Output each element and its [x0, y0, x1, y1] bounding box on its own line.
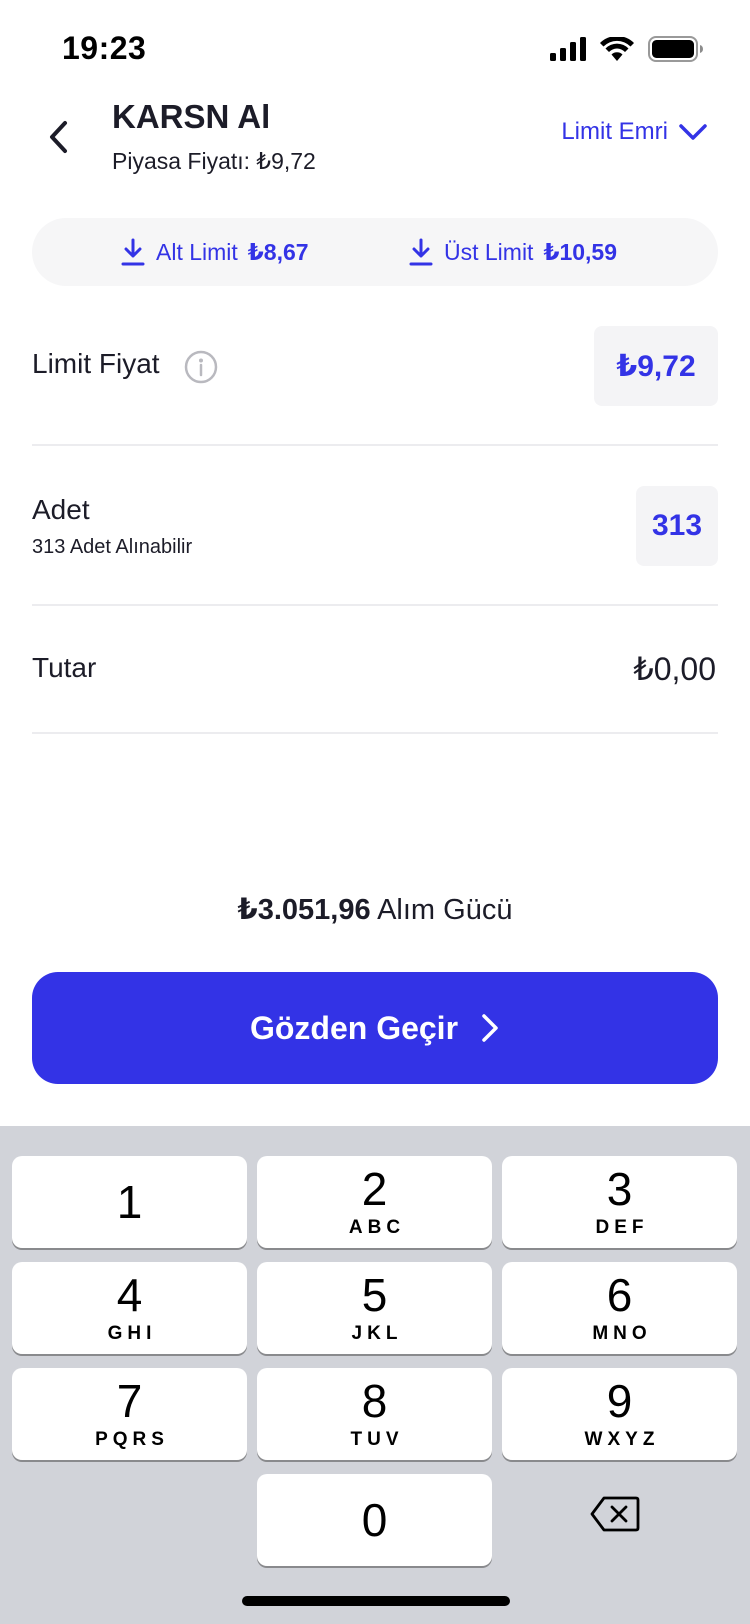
- key-letters: ABC: [348, 1217, 406, 1238]
- home-indicator: [242, 1596, 510, 1606]
- battery-icon: [648, 36, 703, 62]
- key-letters: GHI: [107, 1323, 157, 1344]
- review-button-label: Gözden Geçir: [249, 1009, 459, 1046]
- download-icon: [121, 238, 145, 266]
- chevron-down-icon: [679, 124, 707, 140]
- quantity-available: 313 Adet Alınabilir: [32, 536, 193, 558]
- back-button[interactable]: [38, 112, 78, 162]
- lower-limit[interactable]: Alt Limit ₺8,67: [120, 218, 309, 286]
- key-letters: WXYZ: [584, 1429, 660, 1450]
- review-button[interactable]: Gözden Geçir: [32, 972, 718, 1084]
- key-1[interactable]: 1: [12, 1156, 247, 1248]
- download-icon: [409, 238, 433, 266]
- divider: [32, 604, 718, 606]
- wifi-icon: [600, 37, 634, 61]
- key-digit: 7: [116, 1375, 143, 1427]
- key-0[interactable]: 0: [257, 1474, 492, 1566]
- backspace-icon: [590, 1496, 640, 1532]
- order-type-dropdown[interactable]: Limit Emri: [561, 118, 708, 146]
- order-type-label: Limit Emri: [561, 118, 668, 145]
- upper-limit-value: ₺10,59: [543, 238, 618, 265]
- key-digit: 8: [361, 1375, 388, 1427]
- key-digit: 0: [361, 1494, 388, 1546]
- status-time: 19:23: [62, 30, 147, 66]
- limit-price-input[interactable]: ₺9,72: [594, 326, 718, 406]
- key-5[interactable]: 5 JKL: [257, 1262, 492, 1354]
- key-4[interactable]: 4 GHI: [12, 1262, 247, 1354]
- key-digit: 1: [116, 1176, 143, 1228]
- key-3[interactable]: 3 DEF: [502, 1156, 737, 1248]
- key-digit: 3: [606, 1163, 633, 1215]
- divider: [32, 444, 718, 446]
- key-9[interactable]: 9 WXYZ: [502, 1368, 737, 1460]
- key-digit: 4: [116, 1269, 143, 1321]
- price-limits-bar: Alt Limit ₺8,67 Üst Limit ₺10,59: [32, 218, 718, 286]
- key-6[interactable]: 6 MNO: [502, 1262, 737, 1354]
- amount-label: Tutar: [32, 652, 97, 683]
- key-letters: JKL: [351, 1323, 403, 1344]
- limit-price-label: Limit Fiyat: [32, 348, 160, 379]
- quantity-input[interactable]: 313: [636, 486, 718, 566]
- status-icons: [550, 36, 704, 62]
- page-title: KARSN Al: [112, 98, 271, 135]
- key-digit: 9: [606, 1375, 633, 1427]
- key-digit: 6: [606, 1269, 633, 1321]
- status-bar: 19:23: [0, 0, 750, 100]
- key-7[interactable]: 7 PQRS: [12, 1368, 247, 1460]
- key-digit: 2: [361, 1163, 388, 1215]
- amount-value: ₺0,00: [633, 651, 716, 687]
- upper-limit[interactable]: Üst Limit ₺10,59: [408, 218, 617, 286]
- backspace-key[interactable]: [590, 1496, 640, 1537]
- upper-limit-label: Üst Limit: [444, 238, 534, 265]
- divider: [32, 732, 718, 734]
- key-letters: DEF: [595, 1217, 649, 1238]
- chevron-right-icon: [482, 1014, 498, 1042]
- buying-power-label: Alım Gücü: [377, 894, 513, 926]
- back-chevron-icon: [50, 121, 67, 153]
- quantity-label: Adet: [32, 494, 90, 525]
- signal-icon: [550, 37, 586, 61]
- market-price: Piyasa Fiyatı: ₺9,72: [112, 148, 316, 174]
- key-letters: TUV: [350, 1429, 404, 1450]
- key-8[interactable]: 8 TUV: [257, 1368, 492, 1460]
- key-2[interactable]: 2 ABC: [257, 1156, 492, 1248]
- buying-power-amount: ₺3.051,96: [237, 894, 371, 926]
- buying-power: ₺3.051,96 Alım Gücü: [0, 892, 750, 927]
- lower-limit-label: Alt Limit: [156, 238, 238, 265]
- info-icon[interactable]: [184, 350, 218, 384]
- key-letters: MNO: [592, 1323, 652, 1344]
- key-letters: PQRS: [95, 1429, 169, 1450]
- key-digit: 5: [361, 1269, 388, 1321]
- lower-limit-value: ₺8,67: [247, 238, 309, 265]
